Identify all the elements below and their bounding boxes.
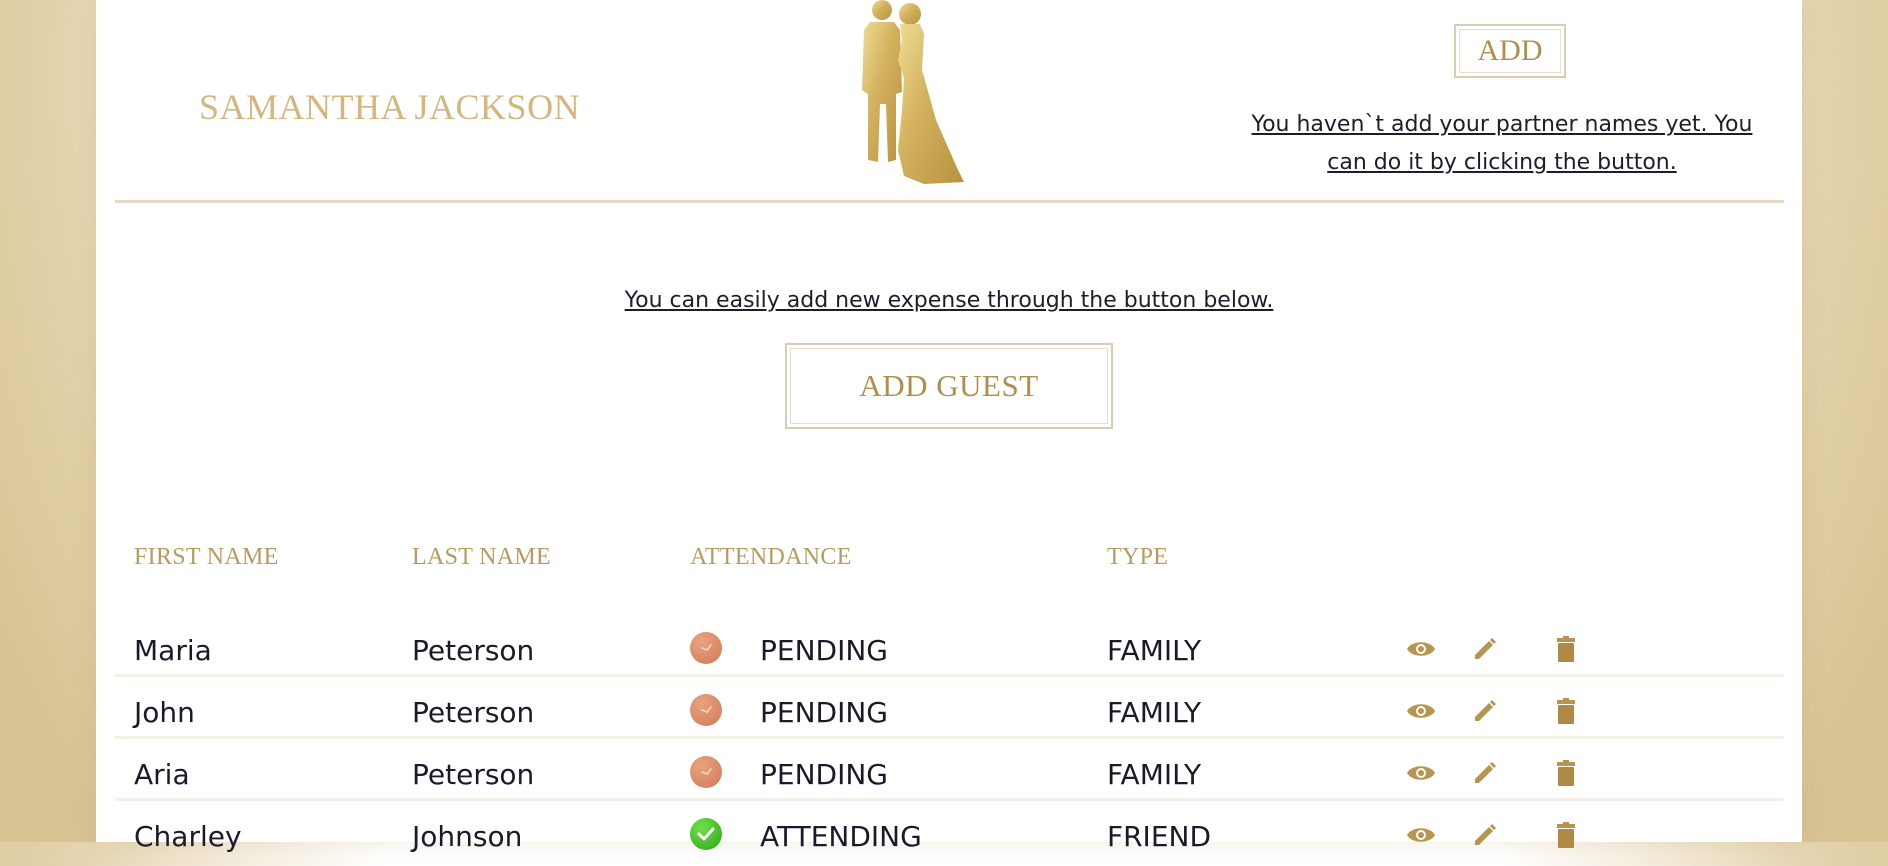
attendance-cell: ATTENDING <box>760 820 922 853</box>
trash-icon[interactable] <box>1555 636 1577 662</box>
last-name-cell: Peterson <box>412 696 535 729</box>
bride-groom-icon <box>862 0 964 184</box>
row-divider <box>115 798 1784 801</box>
first-name-cell: Maria <box>134 634 212 667</box>
first-name-cell: Aria <box>134 758 190 791</box>
check-icon <box>690 818 722 850</box>
column-header-type: TYPE <box>1107 544 1169 570</box>
main-panel: SAMANTHA JACKSON ADD You haven`t add you… <box>96 0 1802 853</box>
last-name-cell: Peterson <box>412 634 535 667</box>
trash-icon[interactable] <box>1555 698 1577 724</box>
eye-icon[interactable] <box>1406 698 1436 724</box>
trash-icon[interactable] <box>1555 822 1577 848</box>
table-row: Aria Peterson PENDING FAMILY <box>115 742 1784 804</box>
pencil-icon[interactable] <box>1472 698 1498 724</box>
column-header-first-name: FIRST NAME <box>134 544 279 570</box>
type-cell: FAMILY <box>1107 634 1202 667</box>
pencil-icon[interactable] <box>1472 822 1498 848</box>
clock-icon <box>690 694 722 726</box>
type-cell: FAMILY <box>1107 696 1202 729</box>
partner-hint-link[interactable]: You haven`t add your partner names yet. … <box>1236 106 1768 182</box>
pencil-icon[interactable] <box>1472 636 1498 662</box>
add-guest-label: ADD GUEST <box>859 368 1039 403</box>
eye-icon[interactable] <box>1406 822 1436 848</box>
partner-name: SAMANTHA JACKSON <box>199 87 581 127</box>
add-guest-button[interactable]: ADD GUEST <box>785 343 1113 429</box>
column-header-attendance: ATTENDANCE <box>690 544 852 570</box>
attendance-cell: PENDING <box>760 758 888 791</box>
trash-icon[interactable] <box>1555 760 1577 786</box>
type-cell: FRIEND <box>1107 820 1212 853</box>
attendance-cell: PENDING <box>760 696 888 729</box>
table-row: Maria Peterson PENDING FAMILY <box>115 618 1784 680</box>
attendance-cell: PENDING <box>760 634 888 667</box>
first-name-cell: John <box>134 696 195 729</box>
clock-icon <box>690 756 722 788</box>
header-divider <box>115 200 1784 203</box>
row-divider <box>115 674 1784 677</box>
first-name-cell: Charley <box>134 820 242 853</box>
add-guest-hint-link[interactable]: You can easily add new expense through t… <box>96 288 1802 313</box>
add-partner-button[interactable]: ADD <box>1454 24 1566 78</box>
table-row: John Peterson PENDING FAMILY <box>115 680 1784 742</box>
column-header-last-name: LAST NAME <box>412 544 551 570</box>
last-name-cell: Peterson <box>412 758 535 791</box>
eye-icon[interactable] <box>1406 760 1436 786</box>
pencil-icon[interactable] <box>1472 760 1498 786</box>
type-cell: FAMILY <box>1107 758 1202 791</box>
last-name-cell: Johnson <box>412 820 523 853</box>
row-divider <box>115 736 1784 739</box>
eye-icon[interactable] <box>1406 636 1436 662</box>
clock-icon <box>690 632 722 664</box>
add-partner-label: ADD <box>1477 34 1543 67</box>
table-row: Charley Johnson ATTENDING FRIEND <box>115 804 1784 866</box>
